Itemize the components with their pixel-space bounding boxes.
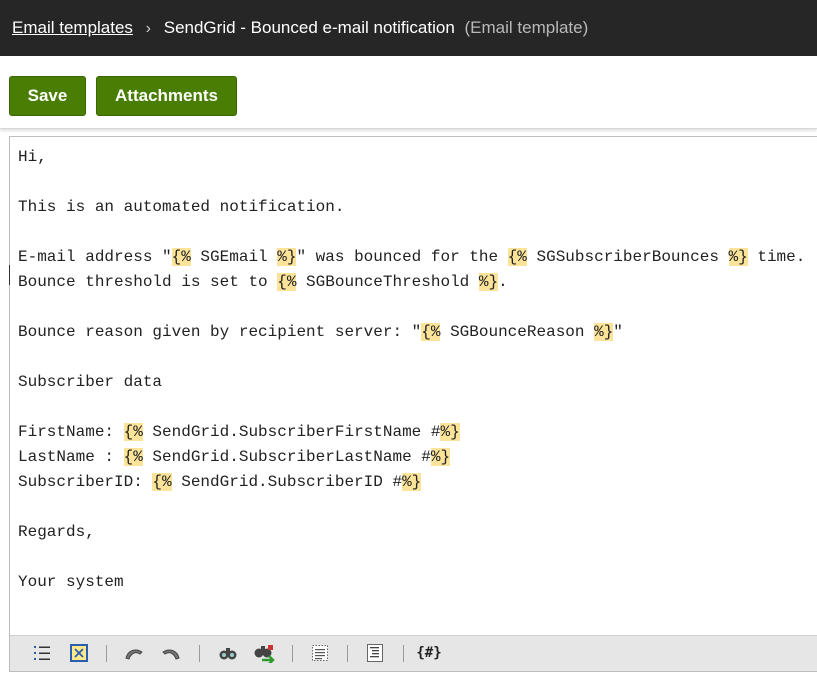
editor-text: SGBounceReason [440, 323, 595, 341]
select-all-icon[interactable] [310, 643, 330, 663]
breadcrumb: Email templates › SendGrid - Bounced e-m… [12, 17, 588, 40]
editor-text: LastName : [18, 448, 124, 466]
editor-line: Bounce threshold is set to {% SGBounceTh… [18, 270, 805, 295]
editor-text: SendGrid.SubscriberFirstName # [142, 423, 441, 441]
object-type-label: (Email template) [464, 18, 589, 37]
numbered-list-icon[interactable] [32, 643, 52, 663]
editor-text: " was bounced for the [296, 248, 508, 266]
editor-text: SendGrid.SubscriberID # [171, 473, 403, 491]
undo-icon[interactable] [124, 643, 144, 663]
macro-bracket: {% [507, 248, 527, 266]
editor-line: SubscriberID: {% SendGrid.SubscriberID #… [18, 470, 805, 495]
toolbar-divider [347, 645, 348, 662]
fullscreen-icon[interactable] [69, 643, 89, 663]
chevron-right-icon: › [145, 20, 151, 37]
action-toolbar: Save Attachments [0, 56, 817, 129]
editor-line: LastName : {% SendGrid.SubscriberLastNam… [18, 445, 805, 470]
editor-text: time. [747, 248, 806, 266]
editor-text: Regards, [18, 523, 95, 541]
editor-line: FirstName: {% SendGrid.SubscriberFirstNa… [18, 420, 805, 445]
editor-line: Subscriber data [18, 370, 805, 395]
editor-text: SGBounceThreshold [296, 273, 479, 291]
editor-text: SendGrid.SubscriberLastName # [142, 448, 431, 466]
macro-bracket: {% [171, 248, 191, 266]
format-code-icon[interactable] [365, 643, 385, 663]
editor-text: " [613, 323, 623, 341]
macro-bracket: {% [277, 273, 297, 291]
macro-bracket: %} [728, 248, 748, 266]
macro-bracket: {% [123, 423, 143, 441]
editor-text-area[interactable]: Hi, This is an automated notification. E-m… [18, 145, 805, 595]
editor-line: Hi, [18, 145, 805, 170]
toolbar-divider [292, 645, 293, 662]
editor-text: Bounce reason given by recipient server:… [18, 323, 422, 341]
text-cursor [9, 265, 10, 285]
macro-bracket: %} [277, 248, 297, 266]
toolbar-divider [199, 645, 200, 662]
editor-text: FirstName: [18, 423, 124, 441]
editor-text: Your system [18, 573, 124, 591]
toolbar-divider [106, 645, 107, 662]
editor-text: . [498, 273, 508, 291]
editor-text: SGSubscriberBounces [526, 248, 729, 266]
editor-toolbar: {#} [10, 635, 817, 671]
editor-text: Bounce threshold is set to [18, 273, 278, 291]
breadcrumb-email-templates-link[interactable]: Email templates [12, 18, 133, 37]
editor-line: E-mail address "{% SGEmail %}" was bounc… [18, 245, 805, 270]
macro-bracket: %} [440, 423, 460, 441]
editor-line: Regards, [18, 520, 805, 545]
editor-text: E-mail address " [18, 248, 172, 266]
macro-bracket: {% [152, 473, 172, 491]
page-title: SendGrid - Bounced e-mail notification [163, 18, 455, 37]
toolbar-divider [403, 645, 404, 662]
editor-text: Subscriber data [18, 373, 163, 391]
find-replace-icon[interactable] [253, 643, 275, 665]
editor-text: This is an automated notification. [18, 198, 345, 216]
macro-bracket: %} [594, 323, 614, 341]
insert-macro-icon[interactable]: {#} [416, 643, 442, 663]
page-header: Email templates › SendGrid - Bounced e-m… [0, 0, 817, 56]
redo-icon[interactable] [161, 643, 181, 663]
editor-line: Bounce reason given by recipient server:… [18, 320, 805, 345]
editor-text: SubscriberID: [18, 473, 153, 491]
editor-text: SGEmail [190, 248, 278, 266]
macro-bracket: {% [123, 448, 143, 466]
editor-line: Your system [18, 570, 805, 595]
attachments-button[interactable]: Attachments [96, 76, 237, 116]
macro-bracket: %} [402, 473, 422, 491]
code-editor[interactable]: Hi, This is an automated notification. E-m… [9, 136, 817, 672]
editor-text: Hi, [18, 148, 47, 166]
macro-bracket: %} [430, 448, 451, 466]
find-icon[interactable] [218, 643, 238, 663]
editor-line: This is an automated notification. [18, 195, 805, 220]
save-button[interactable]: Save [9, 76, 86, 116]
macro-bracket: %} [478, 273, 499, 291]
macro-bracket: {% [421, 323, 441, 341]
